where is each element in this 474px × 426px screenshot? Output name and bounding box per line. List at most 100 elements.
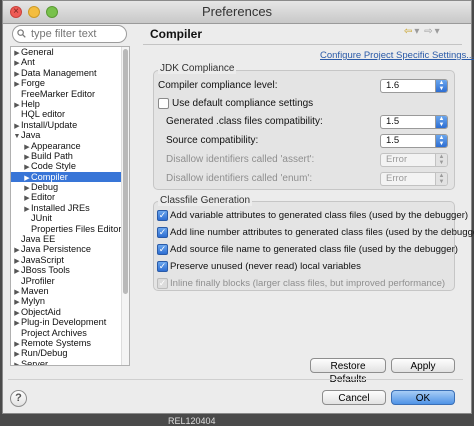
tree-item[interactable]: ▶Java Persistence xyxy=(11,244,129,254)
tree-rows: ▶General ▶Ant ▶Data Management ▶Forge FreeMa… xyxy=(11,47,129,366)
forward-menu-chevron-icon[interactable]: ▾ xyxy=(435,26,440,37)
compliance-level-label: Compiler compliance level: xyxy=(158,80,278,91)
close-icon: × xyxy=(13,6,19,17)
use-default-compliance-label: Use default compliance settings xyxy=(172,98,314,109)
configure-project-settings-link[interactable]: Configure Project Specific Settings... xyxy=(320,50,474,61)
tree-item[interactable]: ▶Plug-in Development xyxy=(11,317,129,327)
tree-item[interactable]: ▼Java xyxy=(11,130,129,140)
tree-item[interactable]: ▶Editor xyxy=(11,192,129,202)
tree-scrollbar-thumb[interactable] xyxy=(123,49,128,294)
tree-item-label: JavaScript xyxy=(21,254,64,265)
preference-tree[interactable]: ▶General ▶Ant ▶Data Management ▶Forge FreeMa… xyxy=(10,46,130,366)
tree-item[interactable]: ▶Data Management xyxy=(11,68,129,78)
class-compat-label: Generated .class files compatibility: xyxy=(166,116,323,127)
zoom-window-button[interactable] xyxy=(46,6,58,18)
chevron-updown-icon: ▲ ▼ xyxy=(435,116,447,128)
forward-arrow-icon[interactable]: ⇨ xyxy=(424,26,432,37)
compliance-level-select[interactable]: 1.6 ▲ ▼ xyxy=(380,79,448,93)
close-window-button[interactable]: × xyxy=(10,6,22,18)
tree-item[interactable]: Project Archives xyxy=(11,328,129,338)
tree-item[interactable]: ▶Remote Systems xyxy=(11,338,129,348)
assert-identifier-label: Disallow identifiers called 'assert': xyxy=(166,154,315,165)
back-menu-chevron-icon[interactable]: ▾ xyxy=(414,26,419,37)
chevron-updown-icon: ▲ ▼ xyxy=(435,135,447,147)
add-line-number-attributes-checkbox[interactable]: ✓ xyxy=(157,227,168,238)
add-source-file-name-checkbox[interactable]: ✓ xyxy=(157,244,168,255)
tree-item[interactable]: ▶Debug xyxy=(11,182,129,192)
background-editor-text: REL120404 xyxy=(168,416,216,426)
tree-item[interactable]: FreeMarker Editor xyxy=(11,89,129,99)
assert-identifier-select[interactable]: Error ▲ ▼ xyxy=(380,153,448,167)
tree-item-label: Plug-in Development xyxy=(21,317,107,328)
tree-item-label: General xyxy=(21,47,54,57)
enum-identifier-value: Error xyxy=(386,173,408,184)
tree-item[interactable]: ▶ObjectAid xyxy=(11,307,129,317)
tree-item-label: Ant xyxy=(21,57,35,68)
compliance-level-value: 1.6 xyxy=(386,80,400,91)
tree-item[interactable]: ▶Server xyxy=(11,358,129,366)
tree-item-label: Debug xyxy=(31,182,59,193)
tree-scrollbar[interactable] xyxy=(121,47,129,365)
add-source-file-name-label: Add source file name to generated class … xyxy=(170,244,458,255)
preserve-unused-locals-checkbox[interactable]: ✓ xyxy=(157,261,168,272)
tree-item[interactable]: ▶Build Path xyxy=(11,151,129,161)
enum-identifier-select[interactable]: Error ▲ ▼ xyxy=(380,172,448,186)
tree-item[interactable]: ▶Compiler xyxy=(11,171,129,183)
restore-defaults-button[interactable]: Restore Defaults xyxy=(310,358,386,385)
filter-input[interactable] xyxy=(12,25,127,43)
tree-item[interactable]: JProfiler xyxy=(11,276,129,286)
add-line-number-attributes-label: Add line number attributes to generated … xyxy=(170,227,474,238)
ok-button[interactable]: OK xyxy=(391,390,455,405)
class-compat-select[interactable]: 1.5 ▲ ▼ xyxy=(380,115,448,129)
preserve-unused-locals-label: Preserve unused (never read) local varia… xyxy=(170,261,361,272)
apply-button[interactable]: Apply xyxy=(391,358,455,373)
tree-item[interactable]: ▶Code Style xyxy=(11,161,129,171)
tree-item-label: JBoss Tools xyxy=(21,265,70,276)
tree-item[interactable]: ▶Appearance xyxy=(11,141,129,151)
tree-item-label: Remote Systems xyxy=(21,337,91,348)
inline-finally-blocks-label: Inline finally blocks (larger class file… xyxy=(170,278,446,289)
source-compat-select[interactable]: 1.5 ▲ ▼ xyxy=(380,134,448,148)
tree-item-label: JProfiler xyxy=(21,275,55,286)
tree-item[interactable]: ▶Help xyxy=(11,99,129,109)
source-compat-value: 1.5 xyxy=(386,135,400,146)
chevron-updown-icon: ▲ ▼ xyxy=(435,154,447,166)
back-arrow-icon[interactable]: ⇦ xyxy=(404,26,412,37)
tree-item-label: ObjectAid xyxy=(21,306,61,317)
tree-item[interactable]: Java EE xyxy=(11,234,129,244)
chevron-right-icon[interactable]: ▶ xyxy=(13,361,21,365)
enum-identifier-label: Disallow identifiers called 'enum': xyxy=(166,173,313,184)
use-default-compliance-checkbox[interactable] xyxy=(158,98,169,109)
tree-item[interactable]: ▶Run/Debug xyxy=(11,348,129,358)
tree-item[interactable]: ▶Installed JREs xyxy=(11,203,129,213)
tree-item-label: Server xyxy=(21,358,49,366)
tree-item[interactable]: HQL editor xyxy=(11,109,129,119)
tree-item[interactable]: ▶General xyxy=(11,47,129,57)
help-button[interactable]: ? xyxy=(10,390,27,407)
class-compat-value: 1.5 xyxy=(386,116,400,127)
tree-item[interactable]: ▶Forge xyxy=(11,78,129,88)
tree-item-label: Mylyn xyxy=(21,296,45,307)
tree-item[interactable]: ▶Install/Update xyxy=(11,120,129,130)
tree-item[interactable]: ▶Mylyn xyxy=(11,296,129,306)
minimize-window-button[interactable] xyxy=(28,6,40,18)
footer-divider xyxy=(8,379,463,380)
add-variable-attributes-label: Add variable attributes to generated cla… xyxy=(170,210,469,221)
tree-item[interactable]: ▶JavaScript xyxy=(11,255,129,265)
tree-item[interactable]: ▶Maven xyxy=(11,286,129,296)
tree-item[interactable]: ▶Ant xyxy=(11,57,129,67)
tree-item-label: Java EE xyxy=(21,234,56,245)
cancel-button[interactable]: Cancel xyxy=(322,390,386,405)
tree-item-label: Forge xyxy=(21,78,46,89)
tree-item-label: Editor xyxy=(31,192,56,203)
tree-item[interactable]: JUnit xyxy=(11,213,129,223)
inline-finally-blocks-checkbox[interactable]: ✓ xyxy=(157,278,168,289)
tree-item-label: Build Path xyxy=(31,150,73,161)
history-nav: ⇦ ▾ ⇨ ▾ xyxy=(404,26,442,37)
jdk-compliance-legend: JDK Compliance xyxy=(158,63,237,74)
tree-item-label: HQL editor xyxy=(21,109,66,120)
add-variable-attributes-checkbox[interactable]: ✓ xyxy=(157,210,168,221)
tree-item[interactable]: ▶JBoss Tools xyxy=(11,265,129,275)
source-compat-label: Source compatibility: xyxy=(166,135,259,146)
tree-item[interactable]: Properties Files Editor xyxy=(11,224,129,234)
